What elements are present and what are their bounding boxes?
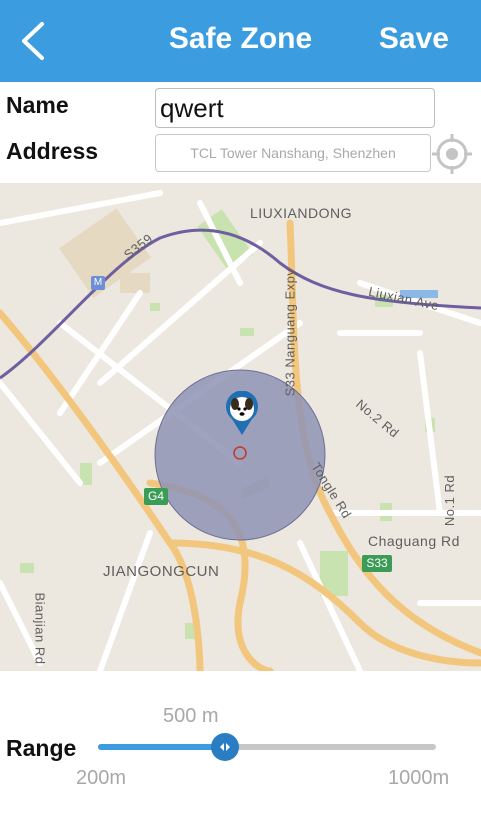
map-label-no1-rd: No.1 Rd bbox=[442, 474, 458, 527]
range-label: Range bbox=[6, 735, 77, 761]
range-min-label: 200m bbox=[76, 767, 127, 789]
name-input[interactable] bbox=[155, 88, 435, 128]
address-label: Address bbox=[6, 138, 99, 164]
range-slider-fill bbox=[98, 744, 225, 750]
metro-icon: M bbox=[91, 276, 105, 290]
map-label-s33-expy: S33 Nanguang Expy bbox=[282, 268, 298, 397]
save-button[interactable]: Save bbox=[379, 22, 449, 56]
slider-handle-icon bbox=[219, 743, 230, 751]
map-label-liuxiandong: LIUXIANDONG bbox=[250, 205, 352, 221]
range-current-value: 500 m bbox=[163, 705, 219, 727]
map-label-jiangongcun: JIANGONGCUN bbox=[103, 563, 220, 580]
crosshair-icon bbox=[432, 134, 472, 174]
map-label-chaguang-rd: Chaguang Rd bbox=[368, 533, 460, 549]
range-max-label: 1000m bbox=[388, 767, 450, 789]
map-badge-g4: G4 bbox=[144, 488, 168, 505]
top-bar: Safe Zone Save bbox=[0, 0, 481, 82]
address-input[interactable] bbox=[155, 134, 431, 172]
name-label: Name bbox=[6, 92, 69, 118]
pet-location-pin[interactable] bbox=[224, 391, 260, 437]
map-label-bianjian-rd: Bianjian Rd bbox=[32, 592, 48, 665]
range-slider-track[interactable] bbox=[98, 744, 436, 750]
range-slider-thumb[interactable] bbox=[210, 733, 239, 761]
map-view[interactable]: LIUXIANDONG S359 Liuxian Ave S33 Nanguan… bbox=[0, 183, 481, 671]
map-badge-s33: S33 bbox=[362, 555, 392, 572]
dog-pin-icon bbox=[226, 391, 258, 435]
locate-button[interactable] bbox=[430, 132, 474, 176]
